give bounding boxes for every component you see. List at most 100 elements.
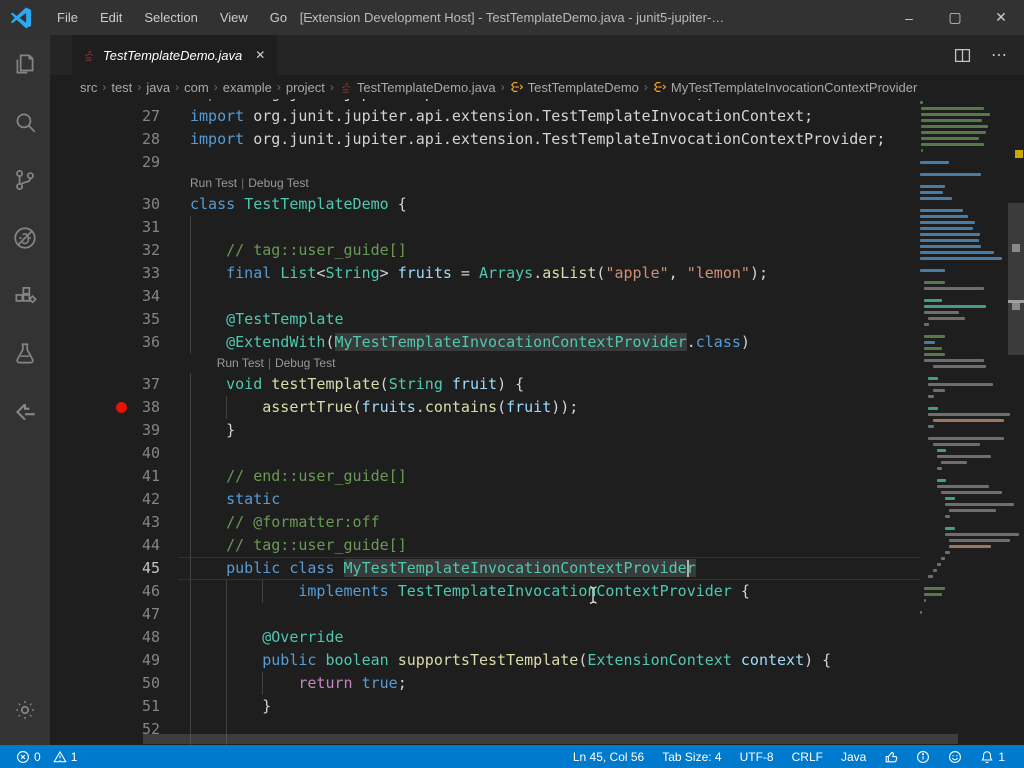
- breadcrumb-example[interactable]: example: [223, 80, 272, 95]
- tab-bar: TestTemplateDemo.java ✕ ⋯: [50, 35, 1024, 75]
- tab-testtemplatedemo[interactable]: TestTemplateDemo.java ✕: [72, 35, 277, 75]
- minimap-line: [933, 389, 946, 392]
- code-line-50[interactable]: 50 return true;: [50, 672, 1024, 695]
- editor-more-actions-icon[interactable]: ⋯: [991, 45, 1008, 65]
- status-info[interactable]: [907, 745, 939, 768]
- explorer-icon[interactable]: [0, 35, 50, 93]
- debug-test-codelens[interactable]: Debug Test: [275, 356, 336, 370]
- minimap-line: [933, 365, 987, 368]
- code-line-45[interactable]: 45 public class MyTestTemplateInvocation…: [50, 557, 1024, 580]
- code-line-43[interactable]: 43 // @formatter:off: [50, 511, 1024, 534]
- menu-edit[interactable]: Edit: [89, 0, 133, 35]
- run-test-codelens[interactable]: Run Test: [190, 176, 237, 190]
- code-line-33[interactable]: 33 final List<String> fruits = Arrays.as…: [50, 262, 1024, 285]
- code-line-29[interactable]: 29: [50, 151, 1024, 174]
- minimap-line: [941, 491, 1002, 494]
- code-line-36[interactable]: 36 @ExtendWith(MyTestTemplateInvocationC…: [50, 331, 1024, 354]
- split-editor-icon[interactable]: [954, 47, 971, 64]
- breakpoint-dot[interactable]: [116, 402, 127, 413]
- code-line-39[interactable]: 39 }: [50, 419, 1024, 442]
- status-tab-size[interactable]: Tab Size: 4: [653, 745, 730, 768]
- code-line-38[interactable]: 38 assertTrue(fruits.contains(fruit));: [50, 396, 1024, 419]
- code-line-47[interactable]: 47: [50, 603, 1024, 626]
- minimap-line: [921, 119, 982, 122]
- extensions-icon[interactable]: [0, 267, 50, 325]
- vertical-scrollbar-thumb[interactable]: [1008, 203, 1024, 355]
- minimap[interactable]: [920, 99, 1008, 745]
- code-line-37[interactable]: 37 void testTemplate(String fruit) {: [50, 373, 1024, 396]
- status-error-icon[interactable]: 0: [10, 745, 47, 768]
- code-line-35[interactable]: 35 @TestTemplate: [50, 308, 1024, 331]
- menu-[interactable]: ⋯: [298, 0, 333, 35]
- code-line-28[interactable]: 28import org.junit.jupiter.api.extension…: [50, 128, 1024, 151]
- breadcrumb-java[interactable]: java: [146, 80, 170, 95]
- minimap-line: [949, 545, 991, 548]
- status-encoding[interactable]: UTF-8: [731, 745, 783, 768]
- breadcrumb-symbol[interactable]: MyTestTemplateInvocationContextProvider: [653, 80, 917, 95]
- breadcrumb-project[interactable]: project: [286, 80, 325, 95]
- line-content: @ExtendWith(MyTestTemplateInvocationCont…: [160, 331, 750, 354]
- code-line-40[interactable]: 40: [50, 442, 1024, 465]
- breadcrumb-com[interactable]: com: [184, 80, 209, 95]
- status-eol[interactable]: CRLF: [783, 745, 832, 768]
- breadcrumb-src[interactable]: src: [80, 80, 97, 95]
- minimize-button[interactable]: –: [886, 0, 932, 35]
- code-line-51[interactable]: 51 }: [50, 695, 1024, 718]
- line-number: 30: [50, 193, 160, 216]
- status-feedback-thumbsup[interactable]: [875, 745, 907, 768]
- indent-guide: [190, 396, 191, 419]
- indent-guide: [190, 262, 191, 285]
- code-line-32[interactable]: 32 // tag::user_guide[]: [50, 239, 1024, 262]
- horizontal-scrollbar-thumb[interactable]: [143, 734, 958, 744]
- code-line-44[interactable]: 44 // tag::user_guide[]: [50, 534, 1024, 557]
- line-number: 49: [50, 649, 160, 672]
- code-line-42[interactable]: 42 static: [50, 488, 1024, 511]
- run-test-codelens[interactable]: Run Test: [217, 356, 264, 370]
- menu-selection[interactable]: Selection: [133, 0, 208, 35]
- menu-view[interactable]: View: [209, 0, 259, 35]
- status-cursor-position[interactable]: Ln 45, Col 56: [564, 745, 653, 768]
- code-line-31[interactable]: 31: [50, 216, 1024, 239]
- minimap-line: [924, 299, 942, 302]
- breadcrumb-separator: ›: [496, 80, 510, 94]
- code-line-27[interactable]: 27import org.junit.jupiter.api.extension…: [50, 105, 1024, 128]
- status-notifications[interactable]: 1: [971, 745, 1014, 768]
- source-control-icon[interactable]: [0, 151, 50, 209]
- dependency-viewer-icon[interactable]: [0, 383, 50, 441]
- settings-gear-icon[interactable]: [0, 681, 50, 739]
- line-content: // tag::user_guide[]: [160, 534, 407, 557]
- status-feedback-smiley[interactable]: [939, 745, 971, 768]
- close-button[interactable]: ✕: [978, 0, 1024, 35]
- testing-beaker-icon[interactable]: [0, 325, 50, 383]
- indent-guide: [226, 649, 227, 672]
- minimap-line: [933, 419, 1004, 422]
- debug-disabled-icon[interactable]: [0, 209, 50, 267]
- minimap-line: [941, 557, 945, 560]
- maximize-button[interactable]: ▢: [932, 0, 978, 35]
- status-language-mode[interactable]: Java: [832, 745, 875, 768]
- status-warning-icon[interactable]: 1: [47, 745, 84, 768]
- code-editor[interactable]: 26import org.junit.jupiter.api.extension…: [50, 99, 1024, 745]
- indent-guide: [190, 373, 191, 396]
- indent-guide: [226, 396, 227, 419]
- tab-close-icon[interactable]: ✕: [255, 48, 265, 62]
- java-file-icon: [339, 80, 353, 94]
- scrollbar-overview-ruler[interactable]: [1008, 99, 1024, 745]
- minimap-line: [921, 131, 986, 134]
- debug-test-codelens[interactable]: Debug Test: [248, 176, 309, 190]
- code-line-48[interactable]: 48 @Override: [50, 626, 1024, 649]
- code-line-46[interactable]: 46 implements TestTemplateInvocationCont…: [50, 580, 1024, 603]
- indent-guide: [190, 239, 191, 262]
- breadcrumb-symbol[interactable]: TestTemplateDemo: [510, 80, 639, 95]
- code-line-41[interactable]: 41 // end::user_guide[]: [50, 465, 1024, 488]
- menu-file[interactable]: File: [46, 0, 89, 35]
- breadcrumb-test[interactable]: test: [111, 80, 132, 95]
- search-icon[interactable]: [0, 93, 50, 151]
- indent-guide: [190, 331, 191, 354]
- menu-go[interactable]: Go: [259, 0, 298, 35]
- breadcrumb-file[interactable]: TestTemplateDemo.java: [339, 80, 496, 95]
- code-line-49[interactable]: 49 public boolean supportsTestTemplate(E…: [50, 649, 1024, 672]
- code-line-30[interactable]: 30class TestTemplateDemo {: [50, 193, 1024, 216]
- code-line-34[interactable]: 34: [50, 285, 1024, 308]
- line-number: 35: [50, 308, 160, 331]
